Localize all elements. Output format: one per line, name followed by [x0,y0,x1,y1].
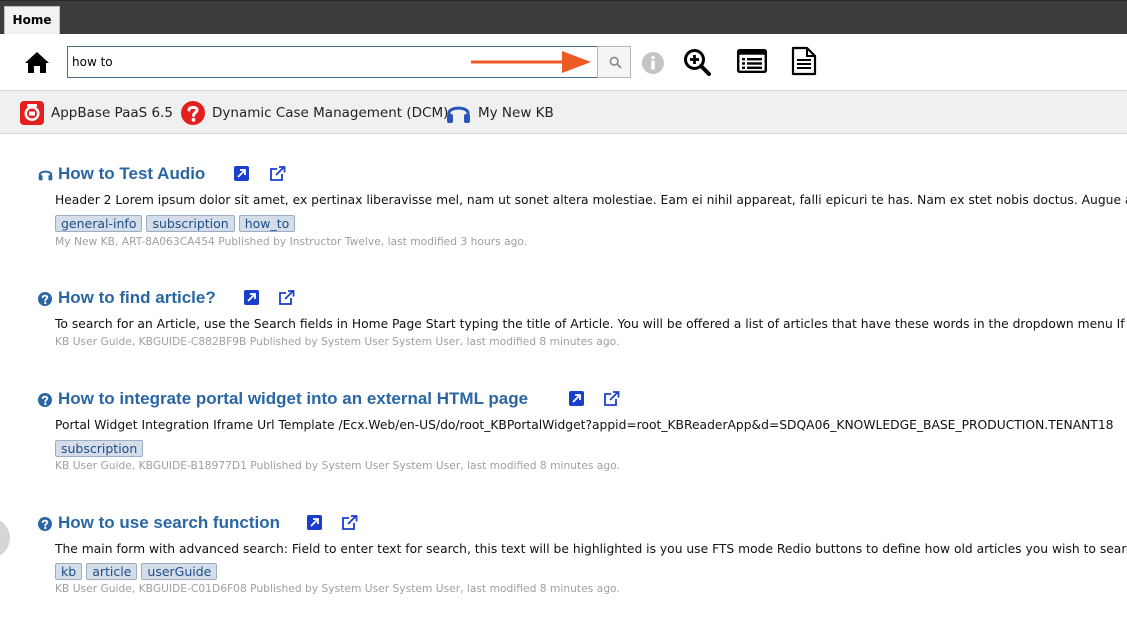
home-icon[interactable] [24,50,50,74]
kb-item-label: Dynamic Case Management (DCM) [212,105,449,121]
result-tags: kb article userGuide [55,563,218,581]
result-snippet: Portal Widget Integration Iframe Url Tem… [55,418,1114,432]
result-title-link[interactable]: How to use search function [58,513,280,533]
external-link-icon[interactable] [278,290,295,306]
shortcut-arrow-icon[interactable] [234,166,249,181]
result-title-link[interactable]: How to Test Audio [58,164,205,184]
tag[interactable]: how_to [238,215,296,232]
result-tags: subscription [55,440,144,458]
result-meta: KB User Guide, KBGUIDE-C882BF9B Publishe… [55,335,620,348]
kb-item-label: My New KB [478,105,554,121]
question-circle-icon [38,393,52,407]
arrow-right-icon [471,51,591,73]
tag[interactable]: general-info [55,215,143,232]
appbase-icon [20,101,44,125]
result-title-link[interactable]: How to integrate portal widget into an e… [58,389,528,409]
kb-item-dcm[interactable]: Dynamic Case Management (DCM) [181,91,448,135]
kb-item-my-new-kb[interactable]: My New KB [446,91,554,135]
shortcut-arrow-icon[interactable] [244,290,259,305]
search-icon [609,56,622,69]
list-view-icon[interactable] [737,49,767,73]
tag[interactable]: userGuide [141,563,218,580]
external-link-icon[interactable] [603,391,620,407]
shortcut-arrow-icon[interactable] [569,391,584,406]
result-meta: KB User Guide, KBGUIDE-C01D6F08 Publishe… [55,582,620,595]
result-tags: general-info subscription how_to [55,215,296,233]
document-icon[interactable] [791,46,817,76]
kb-item-label: AppBase PaaS 6.5 [51,105,173,121]
external-link-icon[interactable] [341,515,358,531]
question-circle-icon [38,292,52,306]
search-button[interactable] [597,46,631,78]
headphones-icon [447,106,470,123]
tag[interactable]: subscription [146,215,235,232]
question-circle-icon [181,101,205,125]
tab-home[interactable]: Home [4,6,60,35]
result-snippet: The main form with advanced search: Fiel… [55,542,1127,556]
shortcut-arrow-icon[interactable] [307,515,322,530]
knowledge-base-bar: AppBase PaaS 6.5 Dynamic Case Management… [0,90,1127,134]
result-snippet: To search for an Article, use the Search… [55,317,1127,331]
tag[interactable]: kb [55,563,83,580]
kb-item-appbase[interactable]: AppBase PaaS 6.5 [20,91,173,135]
result-title-link[interactable]: How to find article? [58,288,216,308]
info-icon[interactable] [641,51,665,75]
result-meta: KB User Guide, KBGUIDE-B18977D1 Publishe… [55,459,620,472]
headphones-icon [38,170,53,181]
result-meta: My New KB, ART-8A063CA454 Published by I… [55,235,528,248]
question-circle-icon [38,517,52,531]
tag[interactable]: subscription [55,440,144,457]
external-link-icon[interactable] [269,166,286,182]
tag[interactable]: article [86,563,138,580]
tab-strip: Home [0,0,1127,35]
zoom-in-icon[interactable] [683,48,711,76]
result-snippet: Header 2 Lorem ipsum dolor sit amet, ex … [55,193,1127,207]
search-results: How to Test Audio Header 2 Lorem ipsum d… [0,134,1127,623]
